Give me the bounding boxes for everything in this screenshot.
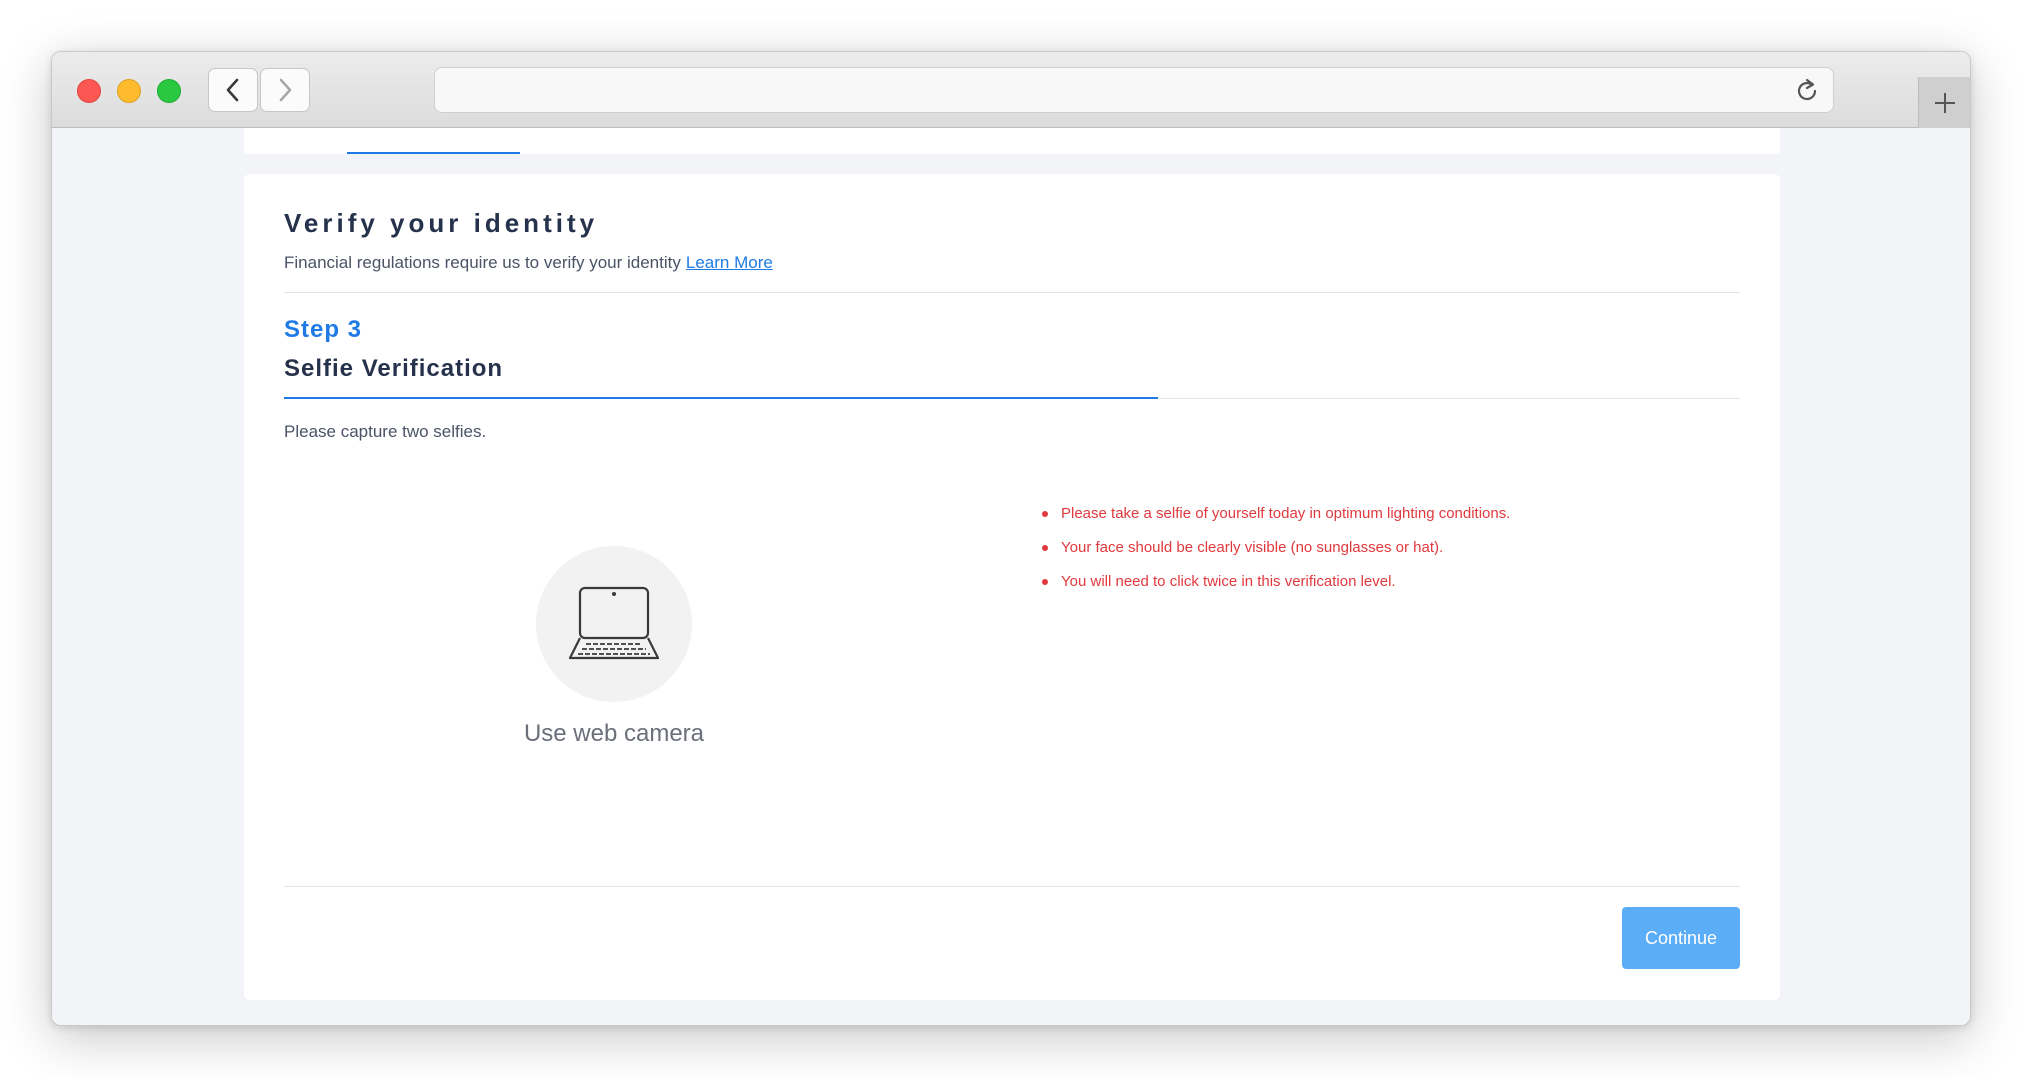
- tip-item: You will need to click twice in this ver…: [1042, 572, 1510, 591]
- footer-divider: [284, 886, 1740, 887]
- new-tab-button[interactable]: [1918, 77, 1970, 128]
- active-tab-indicator: [347, 152, 520, 154]
- browser-titlebar: [52, 52, 1970, 128]
- camera-option-label: Use web camera: [523, 720, 705, 747]
- tip-item: Your face should be clearly visible (no …: [1042, 538, 1510, 557]
- close-window-button[interactable]: [77, 79, 101, 103]
- continue-button[interactable]: Continue: [1622, 907, 1740, 969]
- page-subtitle: Financial regulations require us to veri…: [284, 253, 773, 273]
- header-divider: [284, 292, 1740, 293]
- subtitle-text: Financial regulations require us to veri…: [284, 253, 681, 272]
- learn-more-link[interactable]: Learn More: [686, 253, 773, 272]
- page-title: Verify your identity: [284, 208, 599, 238]
- forward-button[interactable]: [260, 68, 310, 112]
- address-bar[interactable]: [434, 67, 1834, 113]
- laptop-icon: [568, 586, 660, 660]
- verification-card: Verify your identity Financial regulatio…: [244, 174, 1780, 1000]
- step-label: Step 3: [284, 316, 363, 343]
- step-instruction: Please capture two selfies.: [284, 422, 487, 441]
- step-tabs-card: [244, 128, 1780, 154]
- minimize-window-button[interactable]: [117, 79, 141, 103]
- tip-item: Please take a selfie of yourself today i…: [1042, 504, 1510, 523]
- reload-icon[interactable]: [1793, 77, 1821, 105]
- back-button[interactable]: [208, 68, 258, 112]
- chevron-right-icon: [279, 78, 292, 102]
- step-title: Selfie Verification: [284, 355, 504, 382]
- chevron-left-icon: [226, 78, 239, 102]
- step-progress-indicator: [284, 397, 1158, 399]
- plus-icon: [1934, 92, 1955, 113]
- camera-option-circle[interactable]: [536, 546, 692, 702]
- use-web-camera-option[interactable]: Use web camera: [506, 546, 722, 748]
- maximize-window-button[interactable]: [157, 79, 181, 103]
- selfie-tips-list: Please take a selfie of yourself today i…: [1042, 504, 1510, 606]
- page-content: Verify your identity Financial regulatio…: [52, 128, 1970, 1025]
- browser-window: Verify your identity Financial regulatio…: [51, 51, 1971, 1026]
